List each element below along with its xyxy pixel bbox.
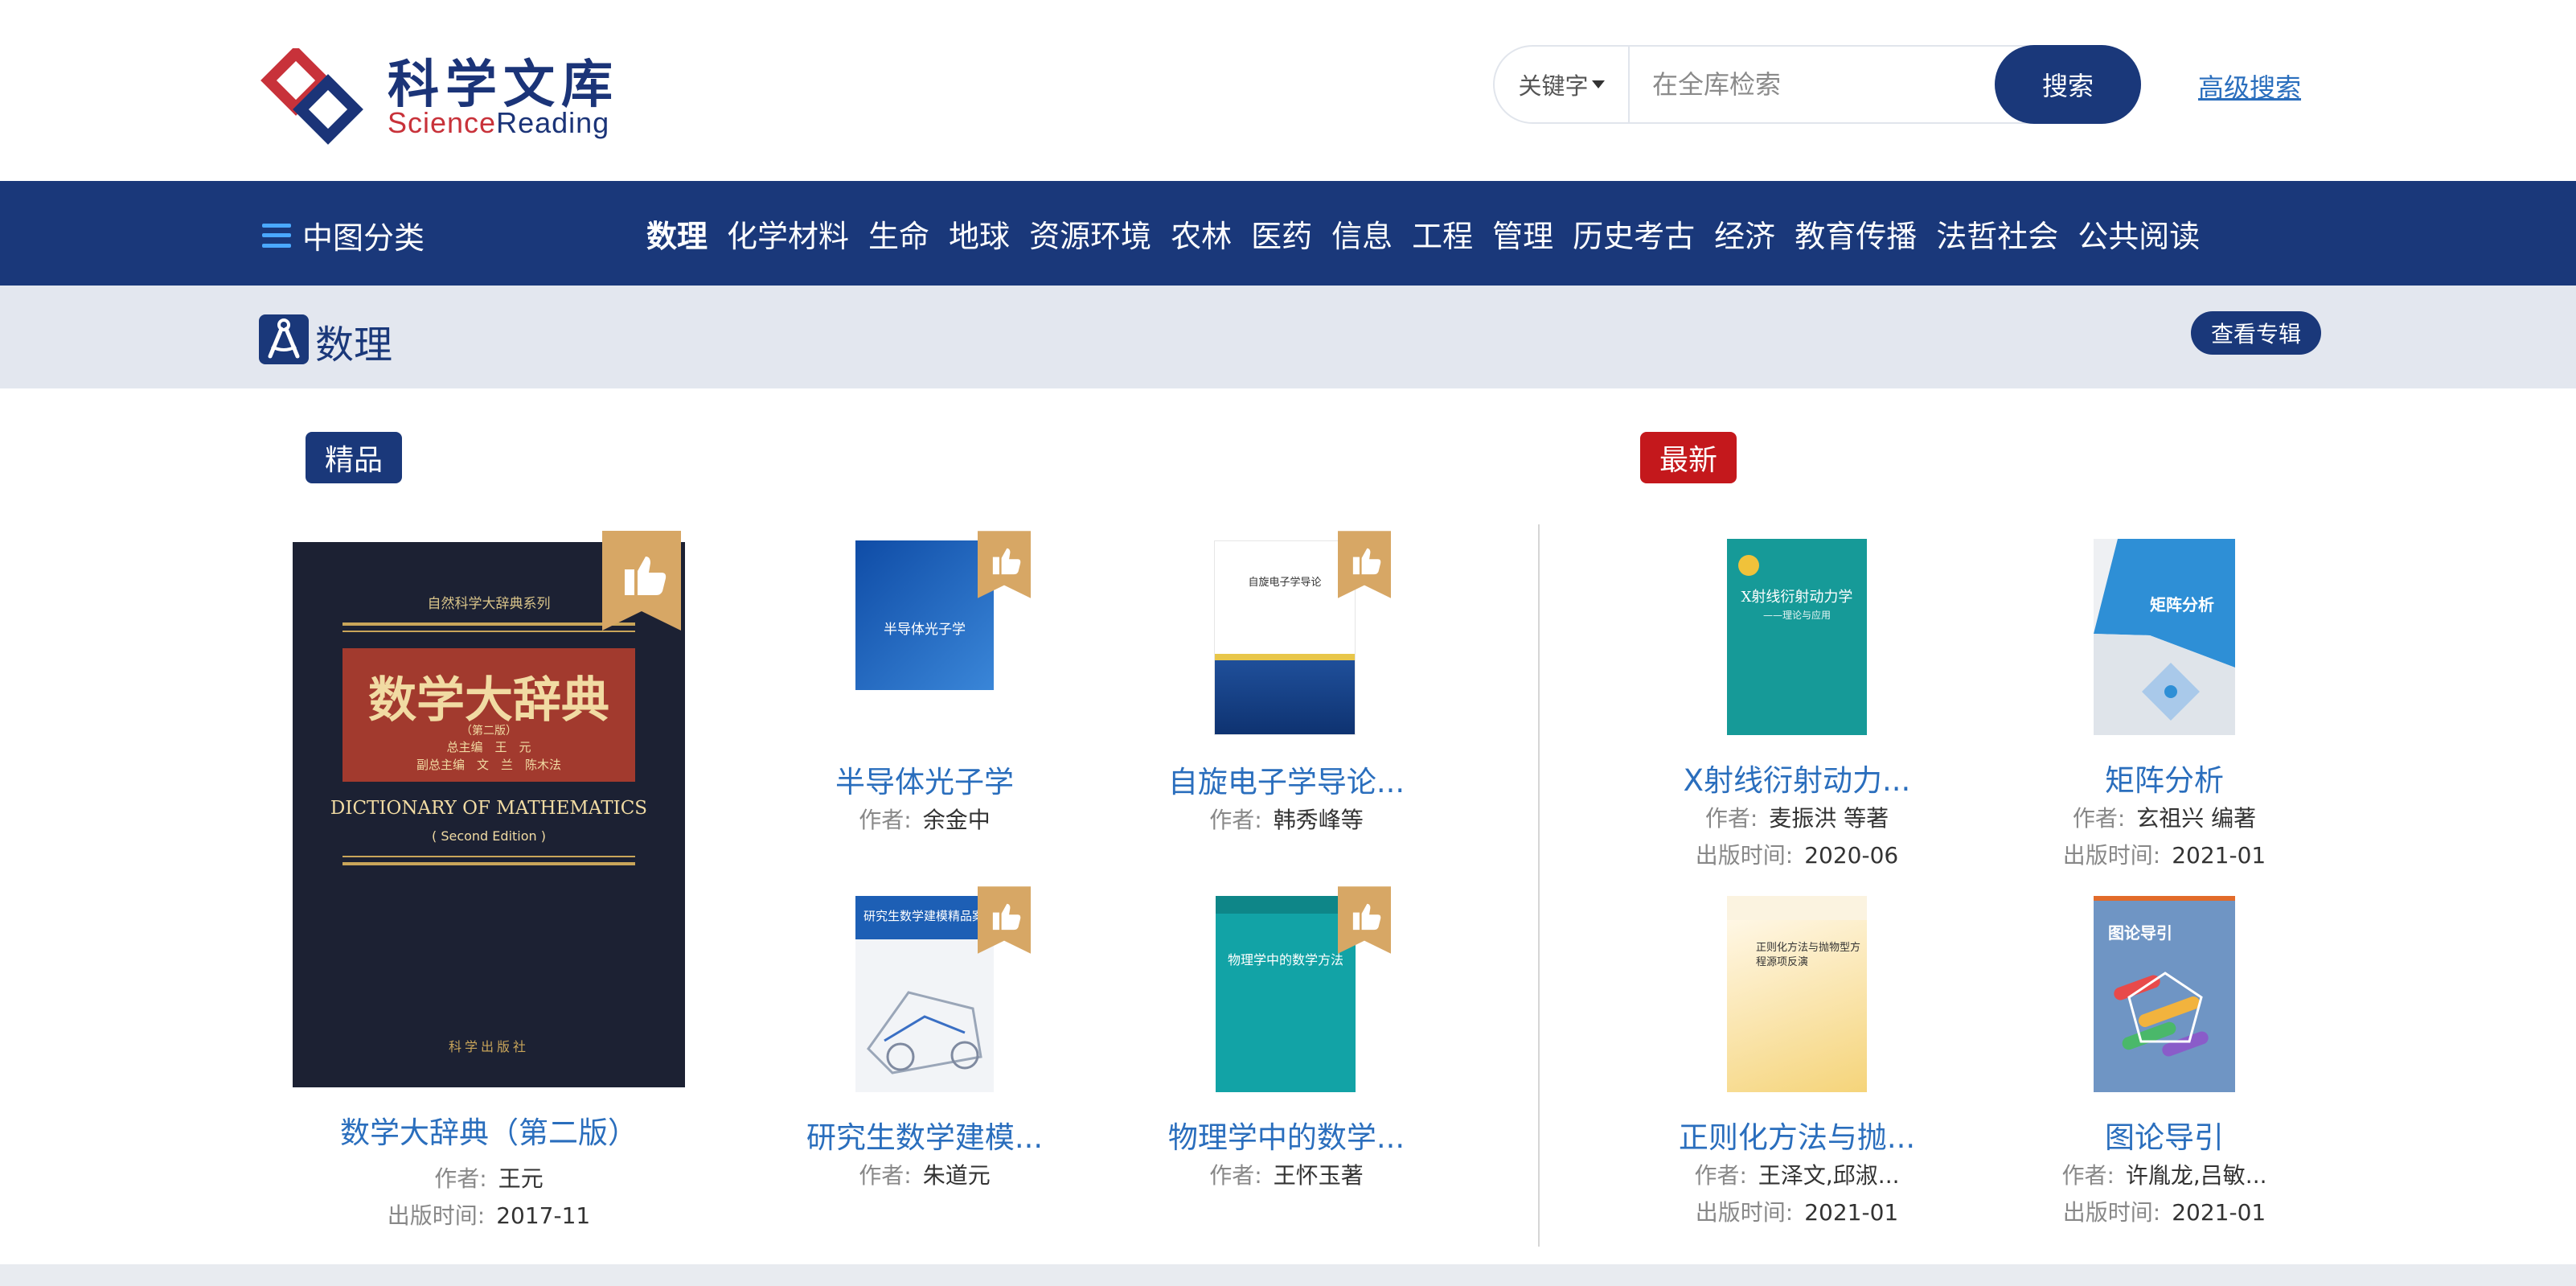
cover-rule <box>343 631 635 632</box>
nav-item-chemistry[interactable]: 化学材料 <box>727 212 849 256</box>
book-title[interactable]: 半导体光子学 <box>748 758 1101 801</box>
nav-item-public-reading[interactable]: 公共阅读 <box>2078 212 2200 256</box>
section-divider <box>1538 524 1540 1247</box>
thumbs-up-badge-icon <box>602 531 681 631</box>
book-author: 作者: 王怀玉著 <box>1209 1162 1364 1189</box>
caret-down-icon <box>1591 80 1605 88</box>
cover-rule <box>343 862 635 865</box>
cover-rule <box>343 622 635 626</box>
book-author: 作者: 王泽文,邱淑... <box>1694 1162 1900 1189</box>
book-cover[interactable]: 半导体光子学 <box>855 540 994 737</box>
subject-bar: 数理 查看专辑 <box>0 286 2576 388</box>
book-title[interactable]: 正则化方法与抛... <box>1620 1113 1974 1157</box>
search-scope-select[interactable]: 关键字 <box>1495 47 1630 122</box>
book-author: 作者: 王元 <box>434 1165 544 1192</box>
cover-title-panel: 数学大辞典 （第二版） 总主编 王 元 副总主编 文 兰 陈木法 <box>343 648 635 782</box>
book-author: 作者: 许胤龙,吕敏... <box>2061 1162 2267 1189</box>
search-input[interactable] <box>1630 47 2000 122</box>
logo-text-en: ScienceReading <box>388 106 610 139</box>
nav-items: 数理 化学材料 生命 地球 资源环境 农林 医药 信息 工程 管理 历史考古 经… <box>646 212 2219 256</box>
cover-illustration <box>867 991 982 1074</box>
thumbs-up-badge-icon <box>978 531 1031 598</box>
nav-item-life[interactable]: 生命 <box>868 212 929 256</box>
nav-item-earth[interactable]: 地球 <box>949 212 1010 256</box>
book-cover[interactable]: X射线衍射动力学 ——理论与应用 <box>1727 539 1867 735</box>
compass-icon <box>259 314 309 364</box>
footer-strip <box>0 1264 2576 1286</box>
nav-item-history[interactable]: 历史考古 <box>1573 212 1695 256</box>
thumbs-up-badge-icon <box>1338 886 1391 954</box>
book-title[interactable]: 图论导引 <box>1987 1113 2341 1157</box>
category-menu-button[interactable]: 中图分类 <box>262 213 425 257</box>
book-cover[interactable]: 正则化方法与抛物型方程源项反演 <box>1727 896 1867 1092</box>
nav-item-education[interactable]: 教育传播 <box>1795 212 1917 256</box>
book-date: 出版时间: 2021-01 <box>2062 842 2266 869</box>
view-album-button[interactable]: 查看专辑 <box>2191 311 2321 355</box>
advanced-search-link[interactable]: 高级搜索 <box>2198 68 2301 105</box>
hamburger-icon <box>262 223 291 248</box>
book-cover[interactable]: 图论导引 <box>2094 896 2235 1092</box>
book-cover[interactable]: 物理学中的数学方法 <box>1216 896 1356 1092</box>
category-navbar: 中图分类 数理 化学材料 生命 地球 资源环境 农林 医药 信息 工程 管理 历… <box>0 181 2576 286</box>
thumbs-up-badge-icon <box>1338 531 1391 598</box>
cover-logo <box>1738 555 1759 576</box>
nav-item-law-society[interactable]: 法哲社会 <box>1936 212 2058 256</box>
book-title[interactable]: 研究生数学建模... <box>748 1113 1101 1157</box>
nav-item-agriculture[interactable]: 农林 <box>1171 212 1232 256</box>
nav-item-information[interactable]: 信息 <box>1331 212 1393 256</box>
nav-item-math-physics[interactable]: 数理 <box>646 212 708 256</box>
nav-item-environment[interactable]: 资源环境 <box>1029 212 1151 256</box>
book-author: 作者: 余金中 <box>859 807 991 833</box>
site-logo[interactable]: 科学文库 ScienceReading <box>259 42 621 146</box>
book-cover[interactable]: 自旋电子学导论 <box>1214 540 1356 735</box>
nav-item-medicine[interactable]: 医药 <box>1251 212 1312 256</box>
search-button[interactable]: 搜索 <box>1995 45 2141 124</box>
nav-item-engineering[interactable]: 工程 <box>1412 212 1473 256</box>
book-title[interactable]: 物理学中的数学... <box>1110 1113 1463 1157</box>
featured-tag: 精品 <box>306 432 403 483</box>
book-title[interactable]: X射线衍射动力... <box>1620 756 1974 799</box>
latest-tag: 最新 <box>1640 432 1737 483</box>
book-title[interactable]: 矩阵分析 <box>1987 756 2341 799</box>
book-date: 出版时间: 2021-01 <box>1695 1199 1899 1226</box>
book-date: 出版时间: 2020-06 <box>1695 842 1899 869</box>
nav-item-economics[interactable]: 经济 <box>1714 212 1775 256</box>
cover-illustration <box>2114 972 2209 1057</box>
category-menu-label: 中图分类 <box>302 220 425 256</box>
search-scope-label: 关键字 <box>1518 72 1589 100</box>
book-author: 作者: 麦振洪 等著 <box>1704 805 1889 832</box>
book-card-main[interactable]: 自然科学大辞典系列 数学大辞典 （第二版） 总主编 王 元 副总主编 文 兰 陈… <box>293 531 685 1087</box>
book-title[interactable]: 自旋电子学导论... <box>1110 758 1463 801</box>
thumbs-up-badge-icon <box>978 886 1031 954</box>
book-date: 出版时间: 2017-11 <box>387 1202 591 1229</box>
cover-rule <box>343 856 635 857</box>
logo-mark-icon <box>260 48 363 145</box>
book-cover[interactable]: 研究生数学建模精品案例 <box>855 896 994 1092</box>
book-author: 作者: 朱道元 <box>859 1162 991 1189</box>
book-author: 作者: 韩秀峰等 <box>1209 807 1364 833</box>
book-date: 出版时间: 2021-01 <box>2062 1199 2266 1226</box>
book-title[interactable]: 数学大辞典（第二版） <box>293 1108 685 1152</box>
book-author: 作者: 玄祖兴 编著 <box>2072 805 2257 832</box>
book-cover[interactable]: 矩阵分析 <box>2094 539 2235 735</box>
subject-title: 数理 <box>315 323 393 368</box>
nav-item-management[interactable]: 管理 <box>1492 212 1553 256</box>
